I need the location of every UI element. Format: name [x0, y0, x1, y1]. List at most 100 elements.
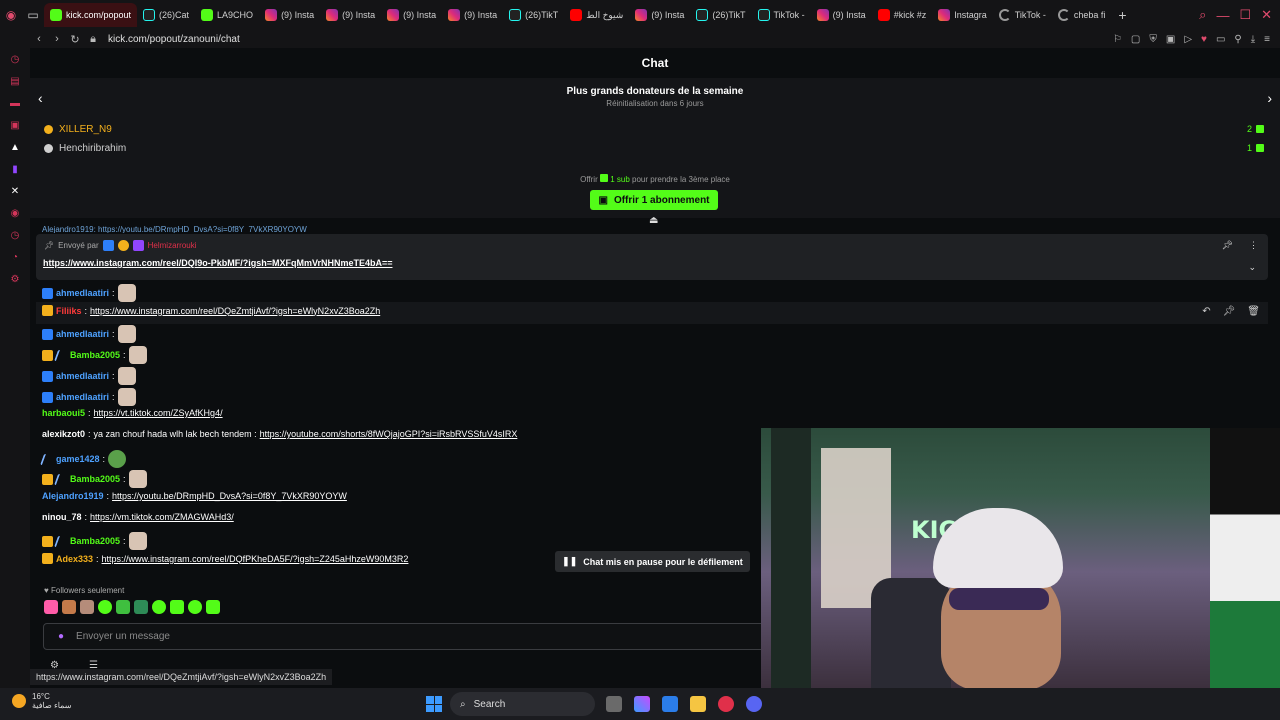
maximize-icon[interactable]: ☐: [1239, 7, 1251, 23]
chevron-down-icon[interactable]: ⌄: [1248, 262, 1256, 273]
browser-logo-icon[interactable]: ◉: [0, 0, 22, 30]
message-username[interactable]: Bamba2005: [70, 474, 120, 484]
browser-tab[interactable]: kick.com/popout: [44, 3, 138, 27]
message-username[interactable]: game1428: [56, 454, 100, 464]
browser-tab[interactable]: شيوخ الط: [564, 3, 629, 27]
emote-icon[interactable]: [170, 600, 184, 614]
windows-start-icon[interactable]: [426, 696, 442, 712]
tab-menu-icon[interactable]: ▭: [22, 0, 44, 30]
emote-icon[interactable]: [116, 600, 130, 614]
new-tab-icon[interactable]: +: [1111, 0, 1133, 30]
opera-gx-icon[interactable]: [718, 696, 734, 712]
emote-icon[interactable]: [98, 600, 112, 614]
browser-tab[interactable]: (9) Insta: [320, 3, 381, 27]
emote-icon[interactable]: [152, 600, 166, 614]
music-icon[interactable]: ◉: [0, 202, 30, 224]
browser-tab[interactable]: (26)TikT: [503, 3, 564, 27]
message-username[interactable]: ahmedlaatiri: [56, 329, 109, 339]
collapse-icon[interactable]: ⏏: [649, 215, 658, 226]
chat-message[interactable]: harbaoui5: https://vt.tiktok.com/ZSyAfKHg…: [42, 408, 223, 418]
browser-tab[interactable]: TikTok -: [752, 3, 811, 27]
message-link[interactable]: https://www.instagram.com/reel/DQfPKheDA…: [102, 554, 409, 564]
close-icon[interactable]: ✕: [1261, 7, 1272, 23]
settings-icon[interactable]: ⚙: [0, 268, 30, 290]
more-options-icon[interactable]: ⋮: [1249, 240, 1258, 251]
kick-icon[interactable]: ▲: [0, 136, 30, 158]
chat-message[interactable]: ninou_78: https://vm.tiktok.com/ZMAGWAHd3…: [42, 512, 234, 522]
heart-icon[interactable]: ♥: [1201, 34, 1207, 45]
file-explorer-icon[interactable]: [690, 696, 706, 712]
history-icon[interactable]: ◷: [0, 48, 30, 70]
message-username[interactable]: Filiiks: [56, 306, 82, 316]
chat-message[interactable]: game1428:: [39, 450, 127, 468]
message-username[interactable]: ahmedlaatiri: [56, 288, 109, 298]
message-link[interactable]: https://youtu.be/DRmpHD_DvsA?si=0f8Y_7Vk…: [112, 491, 347, 501]
copilot-icon[interactable]: [634, 696, 650, 712]
chat-message[interactable]: Alejandro1919: https://youtu.be/DRmpHD_Dv…: [42, 491, 347, 501]
emote-icon[interactable]: [206, 600, 220, 614]
message-username[interactable]: Bamba2005: [70, 350, 120, 360]
browser-tab[interactable]: (9) Insta: [629, 3, 690, 27]
chat-message[interactable]: Bamba2005:: [42, 532, 147, 550]
message-username[interactable]: ahmedlaatiri: [56, 371, 109, 381]
message-username[interactable]: ninou_78: [42, 512, 82, 522]
browser-tab[interactable]: (9) Insta: [259, 3, 320, 27]
browser-tab[interactable]: (26)Cat: [137, 3, 195, 27]
emote-icon[interactable]: [134, 600, 148, 614]
back-icon[interactable]: ‹: [30, 33, 48, 45]
twitch-icon[interactable]: ▣: [0, 114, 30, 136]
extension-icon[interactable]: ▣: [1166, 34, 1175, 45]
message-username[interactable]: alexikzot0: [42, 429, 85, 439]
browser-tab[interactable]: (9) Insta: [442, 3, 503, 27]
reply-icon[interactable]: ↶: [1202, 306, 1210, 317]
message-link[interactable]: https://vt.tiktok.com/ZSyAfKHg4/: [94, 408, 223, 418]
shield-icon[interactable]: ⛨: [1149, 34, 1157, 45]
chat-message[interactable]: Bamba2005:: [42, 470, 147, 488]
message-link[interactable]: https://www.instagram.com/reel/DQeZmtjiA…: [90, 306, 380, 316]
weather-widget[interactable]: 16°C سماء صافية: [12, 692, 72, 710]
emote-icon[interactable]: [80, 600, 94, 614]
chat-paused-banner[interactable]: ❚❚ Chat mis en pause pour le défilement: [555, 551, 750, 572]
donor-row[interactable]: Henchiribrahim: [44, 143, 126, 154]
chat-message[interactable]: ahmedlaatiri:: [42, 325, 136, 343]
pin-icon[interactable]: 📌︎: [1223, 306, 1236, 317]
message-username[interactable]: ahmedlaatiri: [56, 392, 109, 402]
emote-icon[interactable]: [188, 600, 202, 614]
reload-icon[interactable]: ↻: [66, 33, 84, 46]
store-icon[interactable]: [662, 696, 678, 712]
message-link[interactable]: https://youtube.com/shorts/8fWQjajoGPI?s…: [260, 429, 518, 439]
browser-tab[interactable]: (26)TikT: [690, 3, 751, 27]
emote-icon[interactable]: [44, 600, 58, 614]
pinned-link[interactable]: https://www.instagram.com/reel/DQl9o-Pkb…: [43, 258, 392, 268]
browser-tab[interactable]: Instagra: [932, 3, 993, 27]
bookmark-icon[interactable]: ⚐: [1113, 34, 1122, 45]
message-username[interactable]: Adex333: [56, 554, 93, 564]
message-username[interactable]: Alejandro1919: [42, 491, 104, 501]
browser-tab[interactable]: TikTok -: [993, 3, 1052, 27]
browser-tab[interactable]: #kick #z: [872, 3, 933, 27]
pin-icon[interactable]: 📌︎: [1222, 240, 1233, 251]
download-icon[interactable]: ⤓: [1251, 34, 1255, 45]
chat-message[interactable]: Adex333: https://www.instagram.com/reel/D…: [42, 553, 408, 564]
play-icon[interactable]: ▷: [1184, 34, 1192, 45]
chat-message[interactable]: ahmedlaatiri:: [42, 284, 136, 302]
chat-message[interactable]: alexikzot0: ya zan chouf hada wlh lak bec…: [42, 429, 517, 439]
message-username[interactable]: Bamba2005: [70, 536, 120, 546]
task-view-icon[interactable]: [606, 696, 622, 712]
chat-message[interactable]: Bamba2005:: [42, 346, 147, 364]
mic-icon[interactable]: ●: [58, 631, 64, 642]
search-tabs-icon[interactable]: ⌕: [1199, 7, 1206, 23]
donor-row[interactable]: XILLER_N9: [44, 124, 112, 135]
browser-tab[interactable]: (9) Insta: [811, 3, 872, 27]
chat-message[interactable]: Filiiks: https://www.instagram.com/reel/D…: [42, 305, 380, 316]
chat-message[interactable]: ahmedlaatiri:: [42, 388, 136, 406]
menu-icon[interactable]: ≡: [1264, 34, 1270, 45]
message-username[interactable]: harbaoui5: [42, 408, 85, 418]
clock-icon[interactable]: ◷: [0, 224, 30, 246]
x-icon[interactable]: ✕: [0, 180, 30, 202]
stream-icon[interactable]: ▮: [0, 158, 30, 180]
discord-icon[interactable]: [746, 696, 762, 712]
browser-tab[interactable]: LA9CHO: [195, 3, 259, 27]
minimize-icon[interactable]: —: [1216, 8, 1229, 23]
emote-icon[interactable]: [62, 600, 76, 614]
